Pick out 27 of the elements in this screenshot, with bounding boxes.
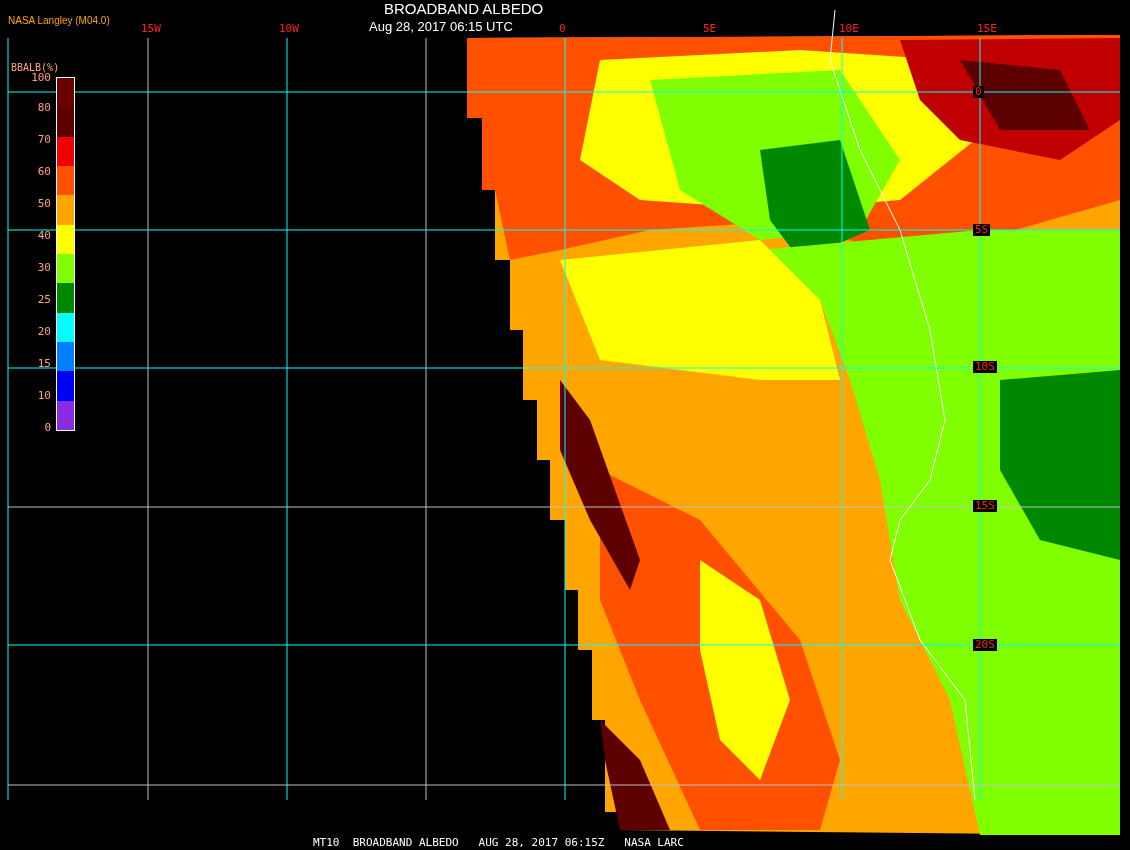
legend-value: 0	[43, 422, 51, 434]
longitude-label: 15E	[977, 23, 997, 35]
longitude-label: 15W	[141, 23, 161, 35]
latitude-label: 10S	[973, 361, 997, 373]
legend-value: 20	[36, 326, 51, 338]
legend-value: 50	[36, 198, 51, 210]
latitude-label: 20S	[973, 639, 997, 651]
legend-value: 70	[36, 134, 51, 146]
legend-value: 100	[31, 72, 51, 84]
longitude-label: 10W	[279, 23, 299, 35]
credit-label: NASA Langley (M04.0)	[8, 15, 110, 27]
map-timestamp: Aug 28, 2017 06:15 UTC	[369, 19, 513, 35]
longitude-label: 5E	[703, 23, 717, 35]
footer-caption: MT10 BROADBAND ALBEDO AUG 28, 2017 06:15Z NASA LARC	[313, 836, 684, 849]
latitude-label: 15S	[973, 500, 997, 512]
latitude-label: 5S	[973, 224, 991, 236]
legend-value: 60	[36, 166, 51, 178]
legend-value: 10	[36, 390, 51, 402]
longitude-label: 0	[559, 23, 566, 35]
longitude-label: 10E	[839, 23, 859, 35]
legend-value: 40	[36, 230, 51, 242]
legend-value: 25	[36, 294, 51, 306]
latitude-label: 0	[973, 86, 984, 98]
legend-value: 15	[36, 358, 51, 370]
legend-value: 80	[36, 102, 51, 114]
legend-value: 30	[36, 262, 51, 274]
map-title: BROADBAND ALBEDO	[384, 0, 544, 18]
